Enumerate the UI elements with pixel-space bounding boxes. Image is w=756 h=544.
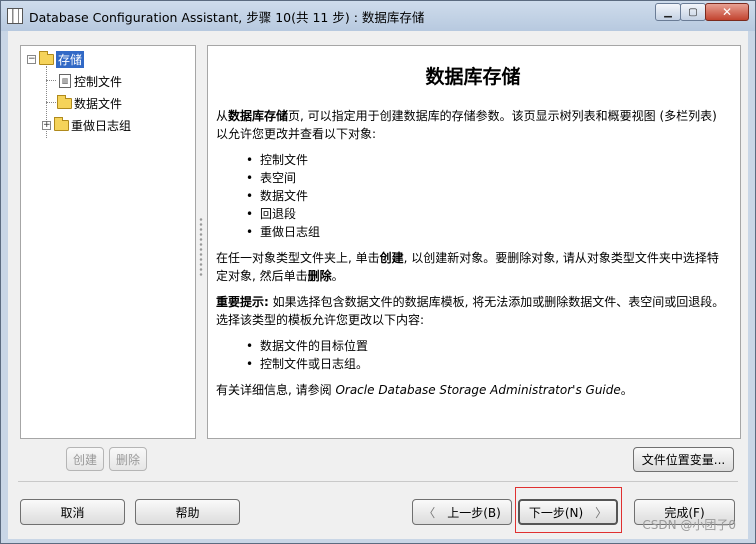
maximize-icon: ▢ [688,6,698,18]
collapse-icon[interactable]: − [27,54,36,64]
folder-icon [57,94,72,109]
control-file-icon: ▥ [59,74,71,88]
list-item: 数据文件 [246,187,730,205]
list-item: 重做日志组 [246,223,730,241]
tree-connector [46,80,56,81]
intro-text-rest: 页, 可以指定用于创建数据库的存储参数。该页显示树列表和概要视图 (多栏列表) … [216,109,717,141]
storage-tree[interactable]: − 存储 ▥ 控制文件 数据文件 + 重做日志组 [20,45,196,439]
minimize-icon: ▁ [664,6,672,18]
folder-open-icon [39,50,54,65]
list-item: 控制文件或日志组。 [246,355,730,373]
dbca-window: Database Configuration Assistant, 步骤 10(… [0,0,756,544]
create-text-end: 。 [331,269,344,283]
tree-connector [46,102,56,103]
object-list: 控制文件 表空间 数据文件 回退段 重做日志组 [246,151,730,241]
delete-bold: 删除 [307,269,332,283]
guide-title: Oracle Database Storage Administrator's … [335,383,621,397]
minimize-button[interactable]: ▁ [655,3,681,21]
tree-item-label: 重做日志组 [71,118,132,133]
help-content-panel: 数据库存储 从数据库存储页, 可以指定用于创建数据库的存储参数。该页显示树列表和… [207,45,741,439]
list-item: 回退段 [246,205,730,223]
title-bar[interactable]: Database Configuration Assistant, 步骤 10(… [1,1,755,31]
tree-item-redo-log-groups[interactable]: + 重做日志组 [42,116,131,134]
tip-text: 如果选择包含数据文件的数据库模板, 将无法添加或删除数据文件、表空间或回退段。选… [216,295,725,327]
annotation-highlight-box [515,487,622,533]
list-item: 表空间 [246,169,730,187]
chevron-left-icon: 〈 [423,505,436,520]
cancel-button[interactable]: 取消 [20,499,125,525]
tree-root-storage[interactable]: − 存储 [27,50,85,68]
tip-paragraph: 重要提示: 如果选择包含数据文件的数据库模板, 将无法添加或删除数据文件、表空间… [216,293,730,329]
create-button[interactable]: 创建 [66,447,104,471]
help-button[interactable]: 帮助 [135,499,240,525]
delete-button[interactable]: 删除 [109,447,147,471]
more-info-paragraph: 有关详细信息, 请参阅 Oracle Database Storage Admi… [216,381,730,399]
file-location-variables-button[interactable]: 文件位置变量... [633,447,734,472]
back-button[interactable]: 〈 上一步(B) [412,499,512,525]
list-item: 数据文件的目标位置 [246,337,730,355]
watermark: CSDN @小团子0 [642,518,736,532]
tree-item-data-files[interactable]: 数据文件 [57,94,122,112]
tree-item-label: 数据文件 [74,96,123,111]
tree-item-label: 控制文件 [74,74,123,89]
panel-splitter[interactable] [199,217,203,277]
expand-icon[interactable]: + [42,120,51,130]
maximize-button[interactable]: ▢ [680,3,706,21]
app-icon [7,8,23,24]
divider [18,481,738,482]
intro-bold: 数据库存储 [228,109,289,123]
tree-item-control-files[interactable]: ▥ 控制文件 [59,72,122,90]
intro-text: 从 [216,109,229,123]
tree-root-label: 存储 [56,50,85,68]
folder-icon [54,116,69,131]
tip-label: 重要提示: [216,295,269,309]
create-delete-paragraph: 在任一对象类型文件夹上, 单击创建, 以创建新对象。要删除对象, 请从对象类型文… [216,249,730,285]
dialog-body: − 存储 ▥ 控制文件 数据文件 + 重做日志组 数据库存储 从数据库存储页, … [8,31,748,539]
intro-paragraph: 从数据库存储页, 可以指定用于创建数据库的存储参数。该页显示树列表和概要视图 (… [216,107,730,143]
page-title: 数据库存储 [425,66,521,88]
close-button[interactable]: ✕ [705,3,749,21]
create-bold: 创建 [379,251,404,265]
close-icon: ✕ [721,5,733,19]
back-button-label: 上一步(B) [447,505,501,520]
tip-list: 数据文件的目标位置 控制文件或日志组。 [246,337,730,373]
window-controls: ▁ ▢ ✕ [655,3,749,21]
list-item: 控制文件 [246,151,730,169]
more-info-text: 有关详细信息, 请参阅 [216,383,336,397]
window-title: Database Configuration Assistant, 步骤 10(… [29,9,425,25]
create-text: 在任一对象类型文件夹上, 单击 [216,251,380,265]
more-info-end: 。 [620,383,633,397]
